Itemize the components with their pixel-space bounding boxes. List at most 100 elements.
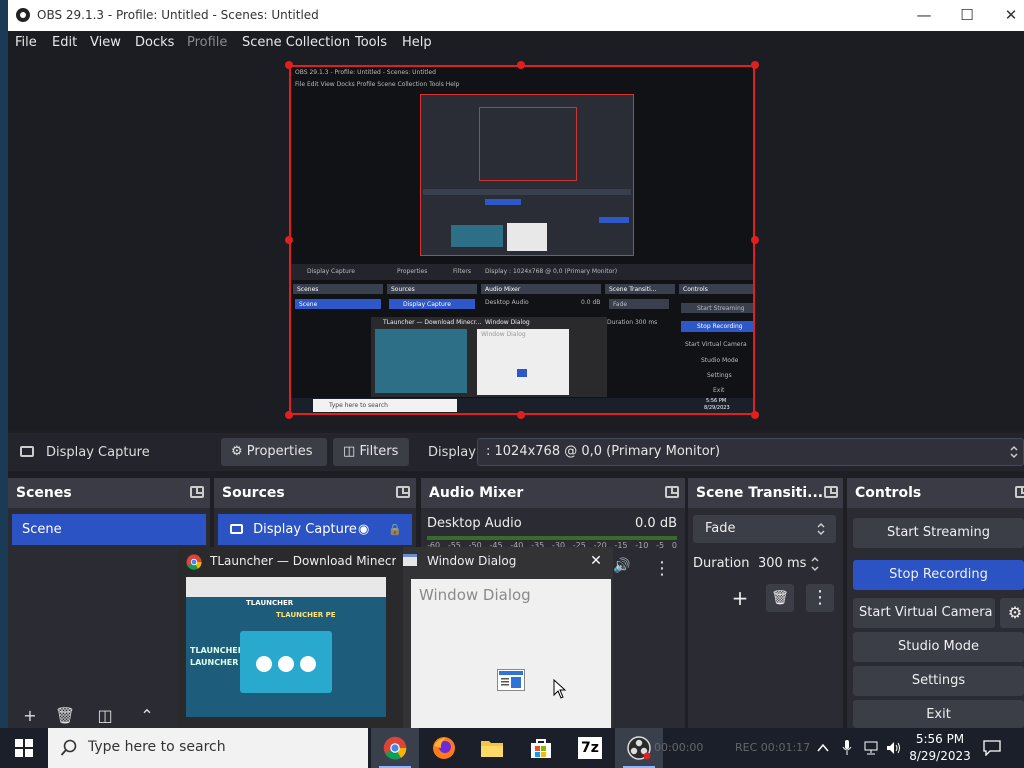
volume-icon[interactable] [886,741,902,755]
taskbar-firefox[interactable] [420,728,468,768]
tray-time: 5:56 PM [915,732,965,746]
scene-item[interactable]: Scene [12,514,206,545]
controls-dock: Controls Start Streaming Stop Recording … [847,478,1024,728]
audio-menu-icon[interactable]: ⋮ [653,558,671,579]
window-dialog-thumbnail[interactable]: Window Dialog ✕ Window Dialog [403,547,613,728]
start-virtual-camera-button[interactable]: Start Virtual Camera [853,598,995,628]
menu-scene-collection[interactable]: Scene Collection [242,35,350,50]
undock-icon[interactable] [665,486,679,498]
remove-scene-button[interactable]: 🗑 [53,704,77,728]
add-scene-button[interactable]: + [18,704,42,728]
mini-wd-icon [517,369,527,377]
mini-scenes-title: Scenes [297,286,319,293]
scene-item-label: Scene [22,522,62,537]
resize-handle-br[interactable] [751,411,759,419]
undock-icon[interactable] [190,486,204,498]
windows-taskbar: Type here to search 7z 00:00:00 REC 00:0… [0,728,1024,768]
taskbar-7zip[interactable]: 7z [566,728,614,768]
resize-handle-bl[interactable] [285,411,293,419]
resize-handle-left[interactable] [285,236,293,244]
studio-mode-button[interactable]: Studio Mode [853,632,1024,662]
virtual-camera-settings-icon[interactable]: ⚙ [1000,598,1024,628]
stop-recording-button[interactable]: Stop Recording [853,560,1024,590]
mini-nested-dialog [507,223,547,251]
network-icon[interactable] [864,741,880,755]
tray-clock[interactable]: 5:56 PM 8/29/2023 [905,731,975,765]
taskbar-store[interactable] [517,728,565,768]
window-dialog-preview: Window Dialog [411,579,611,728]
mini-exit: Exit [713,387,725,394]
scene-filters-button[interactable]: ◫ [93,704,117,728]
mini-db: 0.0 dB [581,299,601,306]
menu-help[interactable]: Help [402,35,432,50]
mini-date: 8/29/2023 [704,405,730,411]
undock-icon[interactable] [1015,486,1024,498]
desktop-screen: OBS 29.1.3 - Profile: Untitled - Scenes:… [0,0,1024,768]
notification-center-icon[interactable] [983,740,1001,756]
speaker-icon[interactable]: 🔊 [613,558,630,574]
menu-view[interactable]: View [90,35,121,50]
resize-handle-tl[interactable] [285,61,293,69]
menu-docks[interactable]: Docks [135,35,174,50]
obs-icon [627,736,651,760]
resize-handle-right[interactable] [751,236,759,244]
desktop-audio-label: Desktop Audio [427,516,522,531]
display-select[interactable]: : 1024x768 @ 0,0 (Primary Monitor) [477,438,1024,466]
undock-icon[interactable] [824,486,838,498]
exit-button[interactable]: Exit [853,700,1024,728]
add-transition-button[interactable]: + [726,584,754,612]
transitions-title: Scene Transiti... [696,485,824,501]
undock-icon[interactable] [396,486,410,498]
mini-wd-body: Window Dialog [481,331,526,338]
lock-icon[interactable]: 🔒 [388,514,402,545]
move-scene-up-button[interactable]: ⌃ [135,704,159,728]
preview-canvas[interactable]: OBS 29.1.3 - Profile: Untitled - Scenes:… [289,65,755,415]
duration-spinbox[interactable]: 300 ms [752,550,836,578]
window-dialog-heading: Window Dialog [419,586,531,604]
audio-meter-bar [427,536,677,540]
mini-desktop-audio: Desktop Audio [485,299,529,306]
close-thumbnail-icon[interactable]: ✕ [586,551,606,571]
mini-title: OBS 29.1.3 - Profile: Untitled - Scenes:… [295,69,436,76]
visibility-eye-icon[interactable]: ◉ [358,514,369,545]
audio-mixer-title: Audio Mixer [429,485,524,501]
menu-file[interactable]: File [15,35,37,50]
resize-handle-top[interactable] [517,61,525,69]
taskbar-chrome[interactable] [371,728,419,768]
maximize-button[interactable]: ☐ [944,0,990,31]
transition-select[interactable]: Fade [693,515,836,543]
microphone-icon[interactable] [842,740,852,756]
transition-menu-button[interactable]: ⋮ [806,584,834,612]
menu-edit[interactable]: Edit [52,35,77,50]
resize-handle-tr[interactable] [751,61,759,69]
window-titlebar[interactable]: OBS 29.1.3 - Profile: Untitled - Scenes:… [8,0,1024,31]
mini-scene-item-label: Scene [299,301,318,308]
start-streaming-button[interactable]: Start Streaming [853,518,1024,548]
start-button[interactable] [0,728,48,768]
menu-profile[interactable]: Profile [187,35,227,50]
filters-label: Filters [359,444,399,459]
minimize-button[interactable]: — [901,0,947,31]
source-item[interactable]: Display Capture ◉ 🔒 [218,514,412,545]
chrome-thumbnail-title: TLauncher — Download Minecr... [210,554,396,568]
close-window-button[interactable]: ✕ [988,0,1024,31]
tray-chevron-up-icon[interactable] [817,743,829,753]
scale-tick: -10 [635,541,649,550]
desktop-background-strip [0,0,8,728]
taskbar-file-explorer[interactable] [468,728,516,768]
window-dialog-app-icon [497,669,525,691]
filters-button[interactable]: ◫ Filters [333,438,409,466]
mini-filters: Filters [453,268,471,275]
settings-button[interactable]: Settings [853,666,1024,696]
tl-brand-pe: TLAUNCHER PE [276,611,336,619]
resize-handle-bottom[interactable] [517,411,525,419]
chrome-thumbnail[interactable]: TLauncher — Download Minecr... TLAUNCHER… [178,547,403,728]
tl-left-text: TLAUNCHER LAUNCHER [190,646,244,667]
filter-icon: ◫ [343,444,356,459]
menu-tools[interactable]: Tools [355,35,387,50]
windows-logo-icon [15,739,33,757]
remove-transition-button[interactable]: 🗑 [766,584,794,612]
properties-button[interactable]: ⚙ Properties [221,438,327,466]
taskbar-search-box[interactable]: Type here to search [48,728,368,768]
mini-nested-stop [599,217,629,223]
